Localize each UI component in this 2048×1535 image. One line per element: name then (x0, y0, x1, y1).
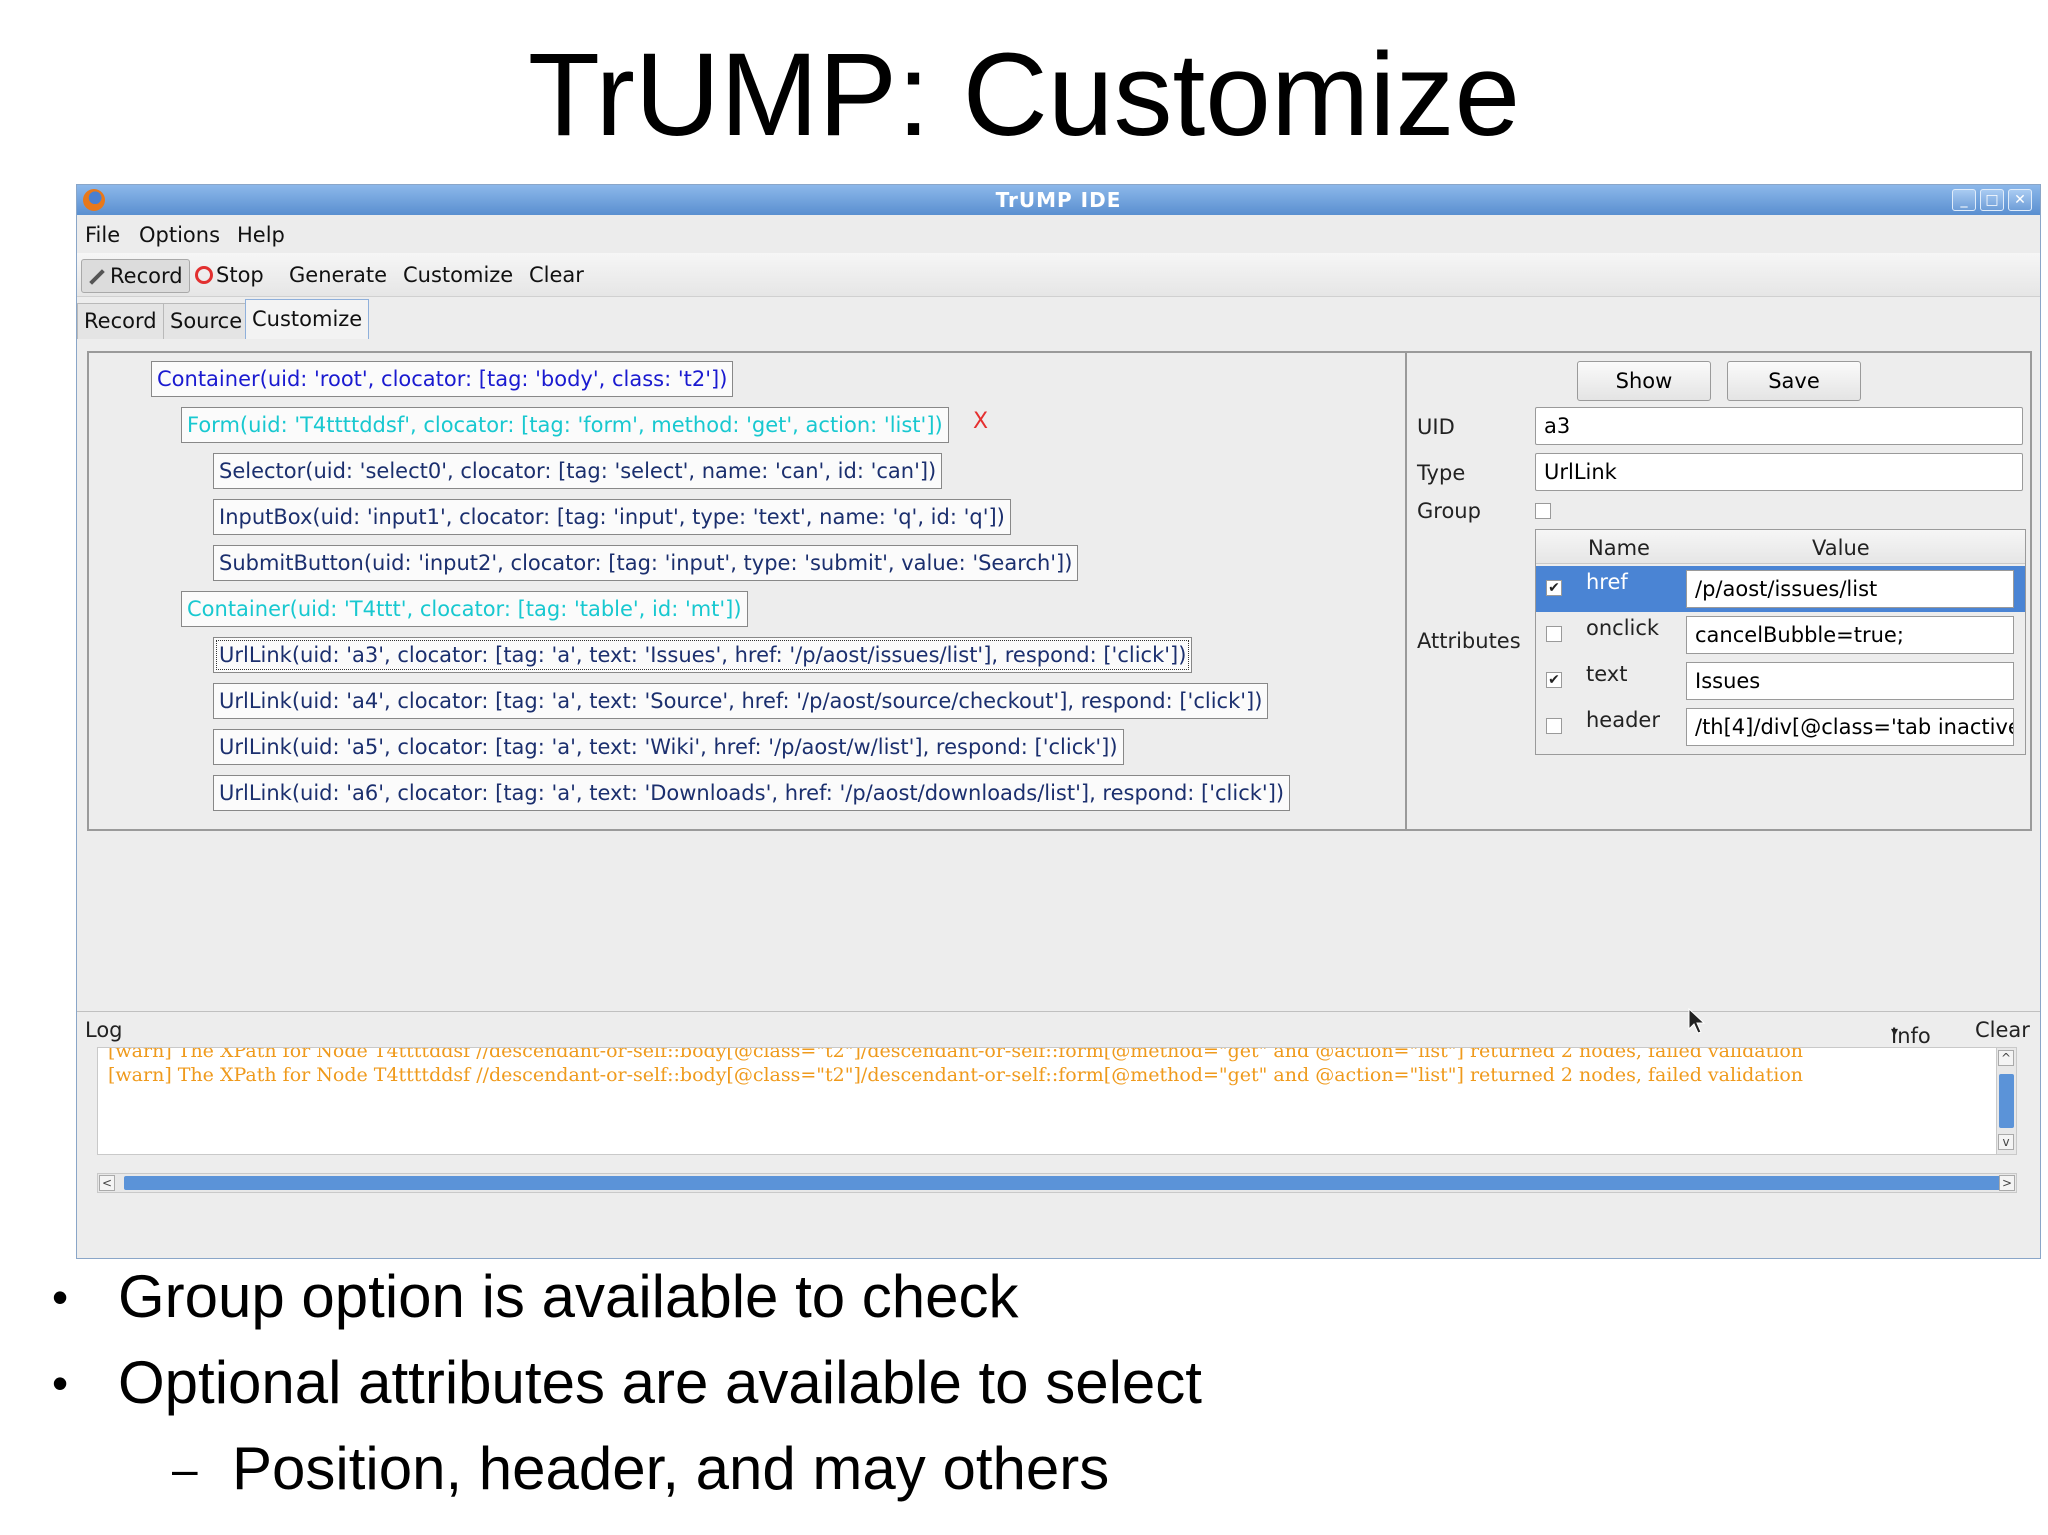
attribute-name: header (1586, 708, 1660, 732)
menu-options[interactable]: Options (139, 223, 220, 247)
tree-node-selector[interactable]: Selector(uid: 'select0', clocator: [tag:… (213, 453, 943, 489)
attribute-checkbox-text[interactable]: ✔ (1546, 672, 1562, 688)
sub-bullet-marker: – (172, 1443, 198, 1495)
customize-button[interactable]: Customize (403, 259, 513, 293)
scroll-left-icon[interactable]: < (99, 1175, 115, 1191)
tree-node-form[interactable]: Form(uid: 'T4ttttddsf', clocator: [tag: … (181, 407, 949, 443)
attribute-name: href (1586, 570, 1628, 594)
sub-bullet-item: – Position, header, and may others (172, 1434, 1110, 1504)
ui-module-tree: Container(uid: 'root', clocator: [tag: '… (89, 353, 1407, 829)
scroll-right-icon[interactable]: > (1999, 1175, 2015, 1191)
tree-node-urllink-a6[interactable]: UrlLink(uid: 'a6', clocator: [tag: 'a', … (213, 775, 1291, 811)
attribute-checkbox-href[interactable]: ✔ (1546, 580, 1562, 596)
bullet-marker: • (52, 1271, 69, 1323)
generate-button[interactable]: Generate (289, 259, 387, 293)
log-horizontal-scrollbar[interactable]: < > (97, 1173, 2017, 1193)
stop-label: Stop (216, 263, 264, 287)
scroll-down-icon[interactable]: v (1998, 1134, 2014, 1150)
attribute-value-field[interactable]: /th[4]/div[@class='tab inactive (1686, 708, 2014, 746)
attribute-row-header[interactable]: header /th[4]/div[@class='tab inactive (1536, 704, 2025, 750)
log-clear-button[interactable]: Clear (1975, 1018, 2030, 1042)
pencil-icon (89, 269, 105, 285)
scroll-thumb[interactable] (124, 1176, 2004, 1190)
menu-file[interactable]: File (85, 223, 120, 247)
tree-node-submitbutton[interactable]: SubmitButton(uid: 'input2', clocator: [t… (213, 545, 1079, 581)
uid-field[interactable]: a3 (1535, 407, 2023, 445)
minimize-icon[interactable]: _ (1952, 189, 1976, 211)
mouse-cursor-icon (1688, 1008, 1706, 1034)
maximize-icon[interactable]: □ (1980, 189, 2004, 211)
save-button[interactable]: Save (1727, 361, 1861, 401)
attribute-name: text (1586, 662, 1628, 686)
bullet-marker: • (52, 1357, 69, 1409)
bullet-item: • Optional attributes are available to s… (52, 1348, 1202, 1418)
log-line: [warn] The XPath for Node T4ttttddsf //d… (108, 1047, 1803, 1062)
record-button[interactable]: Record (81, 259, 190, 293)
attribute-row-href[interactable]: ✔ href /p/aost/issues/list (1536, 566, 2025, 612)
error-mark: X (973, 409, 989, 434)
group-checkbox[interactable] (1535, 503, 1551, 519)
customize-panel: Container(uid: 'root', clocator: [tag: '… (87, 351, 2032, 831)
log-output[interactable]: [warn] The XPath for Node T4ttttddsf //d… (97, 1047, 2017, 1155)
attribute-value-field[interactable]: cancelBubble=true; (1686, 616, 2014, 654)
show-button[interactable]: Show (1577, 361, 1711, 401)
properties-panel: Show Save UID a3 Type UrlLink Group Attr… (1409, 353, 2030, 829)
tree-node-urllink-a4[interactable]: UrlLink(uid: 'a4', clocator: [tag: 'a', … (213, 683, 1269, 719)
type-label: Type (1417, 461, 1466, 485)
stop-button[interactable]: Stop (195, 259, 264, 293)
col-name-header[interactable]: Name (1588, 536, 1650, 560)
col-value-header[interactable]: Value (1812, 536, 1870, 560)
window-title: TrUMP IDE (995, 188, 1122, 212)
close-icon[interactable]: ✕ (2008, 189, 2032, 211)
ide-window: TrUMP IDE _ □ ✕ File Options Help Record… (76, 184, 2041, 1259)
attribute-value-field[interactable]: /p/aost/issues/list (1686, 570, 2014, 608)
tree-node-inputbox[interactable]: InputBox(uid: 'input1', clocator: [tag: … (213, 499, 1011, 535)
attribute-row-onclick[interactable]: onclick cancelBubble=true; (1536, 612, 2025, 658)
log-label: Log (85, 1018, 123, 1042)
tab-record[interactable]: Record (77, 303, 164, 339)
bullet-item: • Group option is available to check (52, 1262, 1019, 1332)
log-line: [warn] The XPath for Node T4ttttddsf //d… (108, 1064, 1803, 1086)
scroll-thumb[interactable] (1999, 1074, 2014, 1128)
menu-bar: File Options Help (77, 215, 2040, 253)
attributes-label: Attributes (1417, 629, 1521, 653)
menu-help[interactable]: Help (237, 223, 285, 247)
attribute-row-text[interactable]: ✔ text Issues (1536, 658, 2025, 704)
bullet-text: Optional attributes are available to sel… (118, 1349, 1202, 1416)
chevron-down-icon: ▾ (1891, 1024, 1899, 1040)
type-field[interactable]: UrlLink (1535, 453, 2023, 491)
attribute-value-field[interactable]: Issues (1686, 662, 2014, 700)
attribute-checkbox-onclick[interactable] (1546, 626, 1562, 642)
stop-icon (195, 266, 213, 284)
clear-button[interactable]: Clear (529, 259, 584, 293)
scroll-up-icon[interactable]: ^ (1998, 1050, 2014, 1066)
bullet-text: Group option is available to check (118, 1263, 1019, 1330)
sub-bullet-text: Position, header, and may others (232, 1435, 1110, 1502)
attribute-checkbox-header[interactable] (1546, 718, 1562, 734)
tree-node-root[interactable]: Container(uid: 'root', clocator: [tag: '… (151, 361, 734, 397)
window-titlebar[interactable]: TrUMP IDE _ □ ✕ (77, 185, 2040, 215)
uid-label: UID (1417, 415, 1455, 439)
slide-title: TrUMP: Customize (527, 29, 1521, 161)
group-label: Group (1417, 499, 1481, 523)
tree-node-urllink-a3[interactable]: UrlLink(uid: 'a3', clocator: [tag: 'a', … (213, 637, 1193, 673)
record-label: Record (110, 264, 183, 288)
attributes-table: Name Value ✔ href /p/aost/issues/list on… (1535, 529, 2026, 755)
tab-customize[interactable]: Customize (245, 299, 370, 339)
log-vertical-scrollbar[interactable]: ^ v (1996, 1048, 2016, 1154)
attribute-name: onclick (1586, 616, 1660, 640)
tab-bar: Record Source Customize (77, 299, 2040, 339)
attributes-table-header: Name Value (1536, 530, 2025, 564)
log-header: Log Info ▾ Clear (77, 1011, 2040, 1048)
tree-node-container-table[interactable]: Container(uid: 'T4ttt', clocator: [tag: … (181, 591, 748, 627)
toolbar: Record Stop Generate Customize Clear (77, 253, 2040, 297)
tab-source[interactable]: Source (163, 303, 250, 339)
tree-node-urllink-a5[interactable]: UrlLink(uid: 'a5', clocator: [tag: 'a', … (213, 729, 1124, 765)
